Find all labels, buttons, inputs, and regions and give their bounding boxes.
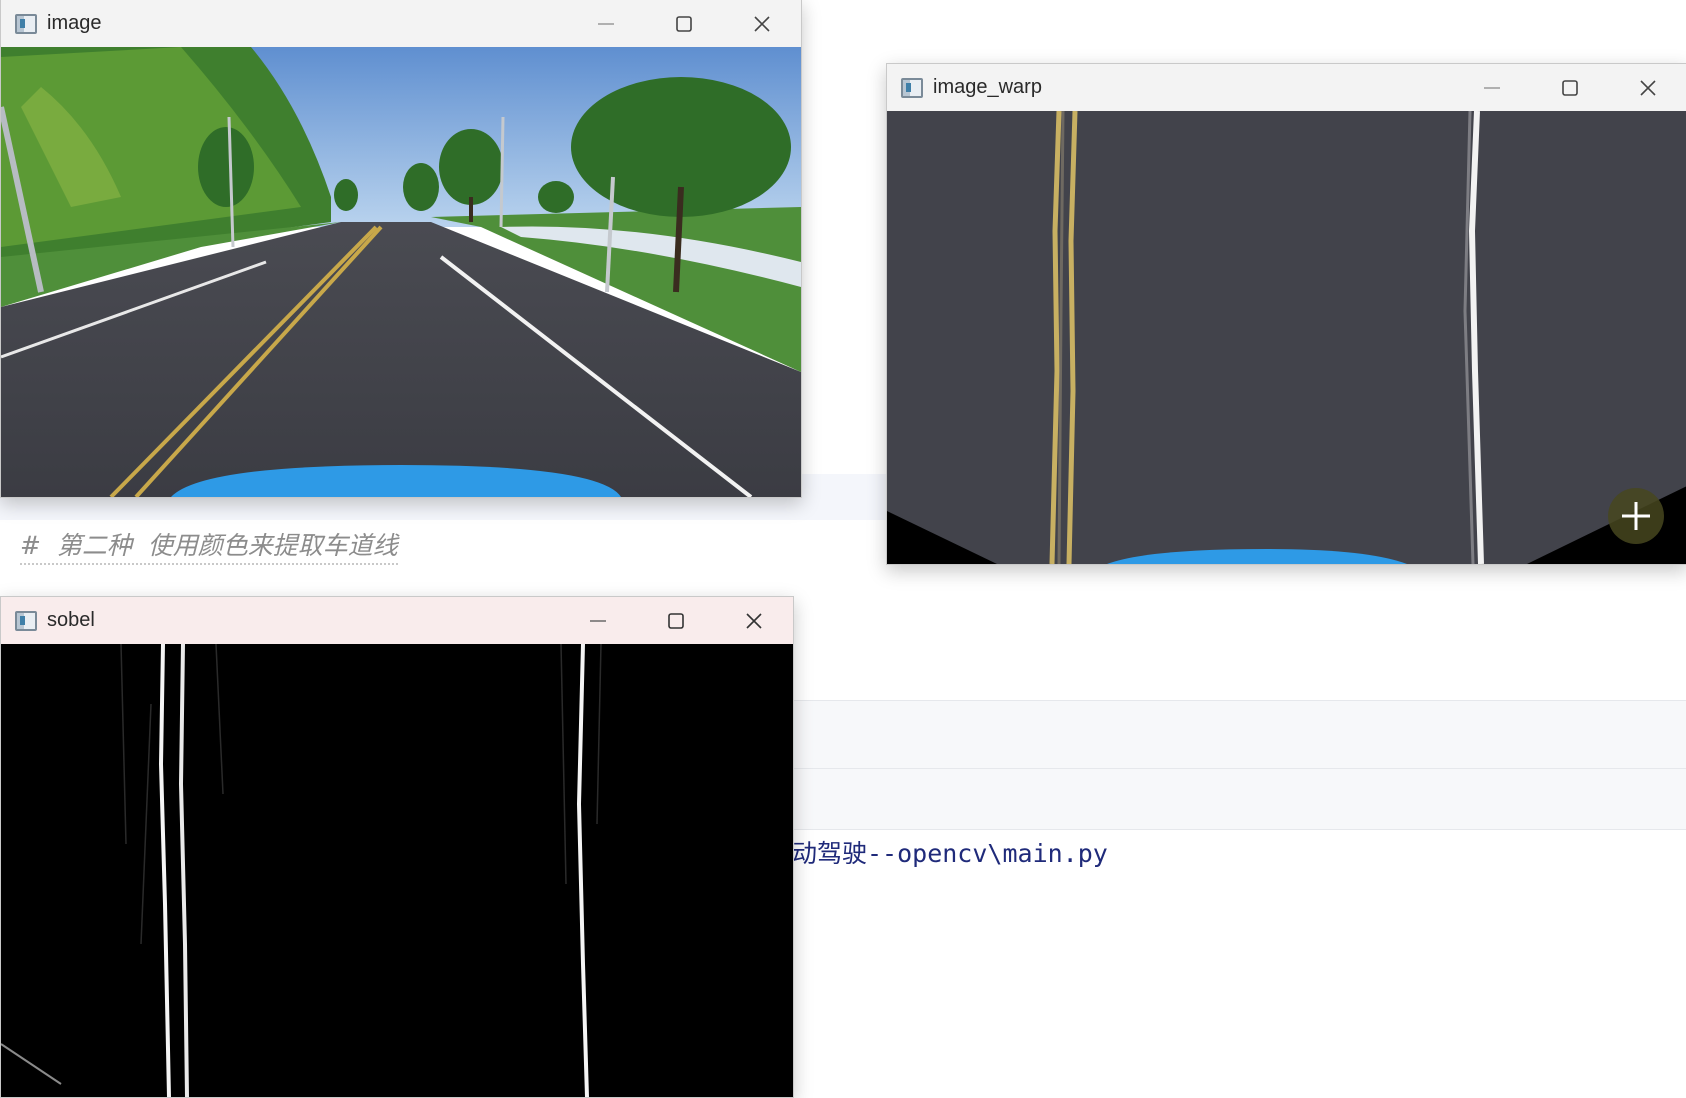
minimize-button[interactable] bbox=[1453, 64, 1531, 111]
image-canvas[interactable] bbox=[1, 47, 801, 497]
image-warp-window-titlebar[interactable]: image_warp bbox=[887, 64, 1686, 111]
close-icon bbox=[1640, 79, 1656, 96]
code-comment-line[interactable]: # 第二种 使用颜色来提取车道线 bbox=[20, 526, 398, 565]
image-window[interactable]: image bbox=[0, 0, 802, 498]
maximize-icon bbox=[1562, 79, 1578, 96]
close-button[interactable] bbox=[715, 597, 793, 644]
window-title: sobel bbox=[47, 609, 95, 631]
road-scene-image bbox=[1, 47, 801, 497]
opencv-window-icon bbox=[15, 13, 37, 34]
sobel-edge-image bbox=[1, 644, 793, 1097]
close-button[interactable] bbox=[1609, 64, 1686, 111]
zoom-plus-button[interactable] bbox=[1608, 488, 1664, 544]
sobel-window-titlebar[interactable]: sobel bbox=[1, 597, 793, 644]
opencv-window-icon bbox=[901, 77, 923, 98]
maximize-button[interactable] bbox=[1531, 64, 1609, 111]
maximize-button[interactable] bbox=[645, 0, 723, 47]
window-title: image_warp bbox=[933, 76, 1042, 98]
close-button[interactable] bbox=[723, 0, 801, 47]
close-icon bbox=[746, 612, 762, 629]
image-warp-canvas[interactable] bbox=[887, 111, 1686, 564]
minimize-icon bbox=[590, 619, 606, 622]
sobel-window[interactable]: sobel bbox=[0, 596, 794, 1098]
window-title: image bbox=[47, 12, 102, 34]
maximize-icon bbox=[668, 612, 684, 629]
minimize-button[interactable] bbox=[559, 597, 637, 644]
birds-eye-warped-image bbox=[887, 111, 1686, 564]
plus-icon bbox=[1622, 502, 1650, 530]
run-path-text[interactable]: 动驾驶--opencv\main.py bbox=[792, 834, 1108, 870]
sobel-canvas[interactable] bbox=[1, 644, 793, 1097]
opencv-window-icon bbox=[15, 610, 37, 631]
maximize-icon bbox=[676, 15, 692, 32]
minimize-button[interactable] bbox=[567, 0, 645, 47]
maximize-button[interactable] bbox=[637, 597, 715, 644]
minimize-icon bbox=[1484, 86, 1500, 89]
image-window-titlebar[interactable]: image bbox=[1, 0, 801, 47]
image-warp-window[interactable]: image_warp bbox=[886, 63, 1686, 565]
close-icon bbox=[754, 15, 770, 32]
minimize-icon bbox=[598, 22, 614, 25]
